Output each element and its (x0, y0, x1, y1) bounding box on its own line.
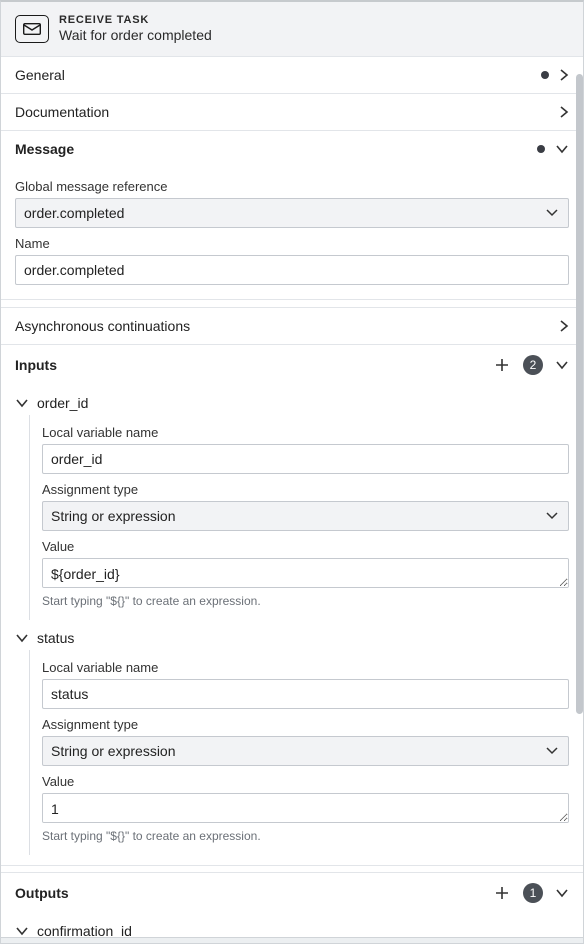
chevron-right-icon (559, 319, 569, 333)
section-message[interactable]: Message (1, 131, 583, 167)
message-name-label: Name (15, 236, 569, 251)
modified-indicator-icon (541, 71, 549, 79)
local-var-input[interactable] (42, 679, 569, 709)
expression-hint: Start typing "${}" to create an expressi… (42, 594, 569, 608)
section-documentation-title: Documentation (15, 104, 109, 120)
panel-title: Wait for order completed (59, 27, 212, 44)
section-divider (1, 300, 583, 308)
section-general[interactable]: General (1, 57, 583, 94)
section-async[interactable]: Asynchronous continuations (1, 308, 583, 345)
chevron-down-icon (15, 926, 29, 936)
local-var-input[interactable] (42, 444, 569, 474)
chevron-down-icon (555, 144, 569, 154)
section-inputs-title: Inputs (15, 357, 57, 373)
local-var-label: Local variable name (42, 660, 569, 675)
panel-type-label: RECEIVE TASK (59, 14, 212, 27)
local-var-label: Local variable name (42, 425, 569, 440)
scrollbar[interactable] (576, 74, 583, 714)
add-output-button[interactable] (493, 884, 511, 902)
section-outputs-title: Outputs (15, 885, 69, 901)
section-async-title: Asynchronous continuations (15, 318, 190, 334)
chevron-down-icon (555, 888, 569, 898)
chevron-down-icon (555, 360, 569, 370)
global-message-ref-select[interactable]: order.completed (15, 198, 569, 228)
section-message-body: Global message reference order.completed… (1, 167, 583, 300)
value-label: Value (42, 539, 569, 554)
section-general-title: General (15, 67, 65, 83)
output-item-name: confirmation_id (37, 923, 132, 937)
chevron-right-icon (559, 105, 569, 119)
input-item: order_id Local variable name Assignment … (1, 385, 583, 620)
expression-hint: Start typing "${}" to create an expressi… (42, 829, 569, 843)
panel-header: RECEIVE TASK Wait for order completed (1, 2, 583, 56)
input-item-header[interactable]: status (15, 626, 569, 650)
global-message-ref-label: Global message reference (15, 179, 569, 194)
input-item-name: status (37, 630, 74, 646)
section-inputs[interactable]: Inputs 2 (1, 345, 583, 385)
assignment-type-select[interactable]: String or expression (42, 736, 569, 766)
section-message-title: Message (15, 141, 74, 157)
message-name-input[interactable] (15, 255, 569, 285)
window-footer (1, 937, 583, 943)
value-input[interactable] (42, 793, 569, 823)
modified-indicator-icon (537, 145, 545, 153)
assignment-type-select[interactable]: String or expression (42, 501, 569, 531)
value-label: Value (42, 774, 569, 789)
section-outputs[interactable]: Outputs 1 (1, 873, 583, 913)
inputs-count-badge: 2 (523, 355, 543, 375)
chevron-down-icon (15, 633, 29, 643)
section-documentation[interactable]: Documentation (1, 94, 583, 131)
outputs-count-badge: 1 (523, 883, 543, 903)
input-item-name: order_id (37, 395, 88, 411)
value-input[interactable] (42, 558, 569, 588)
chevron-right-icon (559, 68, 569, 82)
input-item: status Local variable name Assignment ty… (1, 620, 583, 865)
input-item-header[interactable]: order_id (15, 391, 569, 415)
assignment-type-label: Assignment type (42, 717, 569, 732)
section-divider (1, 865, 583, 873)
chevron-down-icon (15, 398, 29, 408)
receive-task-icon (15, 15, 49, 43)
output-item: confirmation_id Process variable name As… (1, 913, 583, 937)
output-item-header[interactable]: confirmation_id (15, 919, 569, 937)
add-input-button[interactable] (493, 356, 511, 374)
assignment-type-label: Assignment type (42, 482, 569, 497)
